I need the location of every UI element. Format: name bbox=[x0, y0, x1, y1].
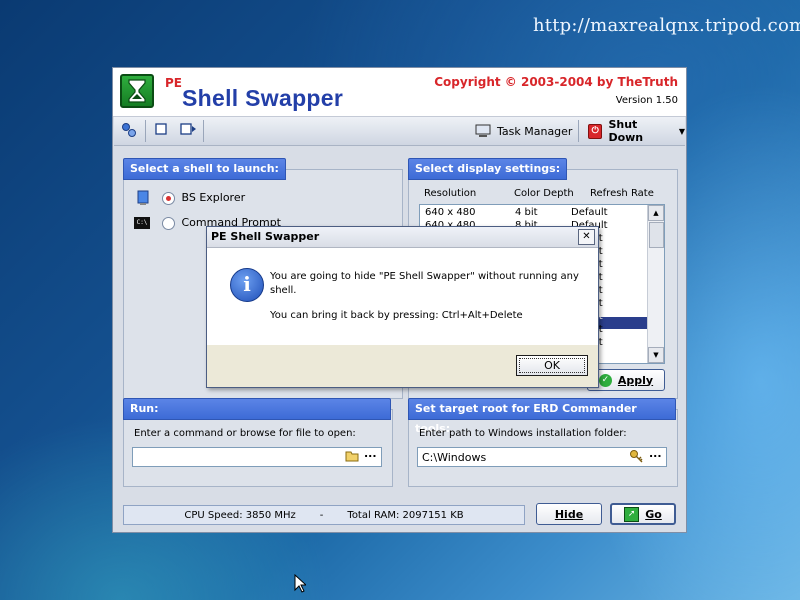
run-browse-button[interactable]: ... bbox=[364, 447, 377, 460]
display-section-header: Select display settings: bbox=[408, 158, 568, 180]
row-depth: 4 bit bbox=[515, 207, 538, 218]
dialog-close-button[interactable]: ✕ bbox=[578, 229, 595, 245]
status-separator: - bbox=[319, 509, 324, 521]
dialog-message-line3: You can bring it back by pressing: Ctrl+… bbox=[270, 310, 523, 321]
dialog-title: PE Shell Swapper bbox=[207, 227, 598, 248]
network-icon[interactable] bbox=[121, 122, 137, 140]
erd-section: Set target root for ERD Commander tools:… bbox=[408, 398, 678, 487]
windows-path-value: C:\Windows bbox=[422, 451, 487, 464]
copyright: Copyright © 2003-2004 by TheTruth bbox=[434, 75, 678, 89]
apply-label: Apply bbox=[617, 373, 654, 387]
shutdown-label: Shut Down bbox=[608, 118, 644, 144]
toolbar-divider bbox=[145, 120, 146, 142]
toolbar-divider bbox=[578, 120, 579, 142]
shell-section-header: Select a shell to launch: bbox=[123, 158, 286, 180]
list-item[interactable]: 640 x 480 4 bit Default bbox=[425, 207, 645, 220]
go-button[interactable]: ➚ Go bbox=[610, 503, 676, 525]
erd-section-header: Set target root for ERD Commander tools: bbox=[408, 398, 676, 435]
col-resolution: Resolution bbox=[424, 188, 477, 199]
window-icon[interactable] bbox=[154, 122, 168, 140]
run-prompt: Enter a command or browse for file to op… bbox=[134, 428, 356, 439]
pe-label: PE bbox=[165, 76, 182, 90]
app-title: Shell Swapper bbox=[182, 85, 344, 111]
row-rate: Default bbox=[571, 207, 608, 218]
shell-option-explorer[interactable]: BS Explorer bbox=[162, 191, 245, 205]
scroll-up-icon[interactable]: ▲ bbox=[648, 205, 664, 221]
mouse-cursor-icon bbox=[294, 573, 308, 596]
hide-button[interactable]: Hide bbox=[536, 503, 602, 525]
info-icon: i bbox=[230, 268, 264, 302]
dialog-body: i You are going to hide "PE Shell Swappe… bbox=[207, 248, 598, 345]
run-section: Run: Enter a command or browse for file … bbox=[123, 398, 393, 487]
dialog-message-line2: shell. bbox=[270, 285, 297, 296]
status-bar: CPU Speed: 3850 MHz - Total RAM: 2097151… bbox=[123, 505, 525, 525]
cpu-speed: CPU Speed: 3850 MHz bbox=[184, 509, 296, 521]
radio-explorer[interactable] bbox=[162, 191, 175, 205]
scroll-thumb[interactable] bbox=[649, 222, 664, 248]
toolbar-divider bbox=[203, 120, 204, 142]
chevron-down-icon: ▼ bbox=[678, 126, 685, 136]
command-prompt-icon: C:\ bbox=[134, 217, 150, 229]
task-manager-button[interactable]: Task Manager bbox=[475, 121, 572, 141]
row-resolution: 640 x 480 bbox=[425, 207, 476, 218]
scroll-down-icon[interactable]: ▼ bbox=[648, 347, 664, 363]
run-section-header: Run: bbox=[123, 398, 391, 420]
hourglass-logo-icon bbox=[120, 74, 154, 108]
shell-option-explorer-label: BS Explorer bbox=[181, 191, 246, 204]
hide-label: Hide bbox=[554, 507, 584, 521]
check-icon: ✓ bbox=[598, 373, 612, 387]
list-scrollbar[interactable]: ▲ ▼ bbox=[647, 205, 664, 363]
key-icon[interactable] bbox=[629, 449, 643, 466]
go-label: Go bbox=[645, 507, 662, 521]
col-color-depth: Color Depth bbox=[514, 188, 574, 199]
banner: PE Shell Swapper Copyright © 2003-2004 b… bbox=[113, 68, 686, 117]
version: Version 1.50 bbox=[615, 95, 678, 106]
toolbar: Task Manager ⏻ Shut Down ▼ bbox=[114, 117, 685, 146]
task-manager-label: Task Manager bbox=[497, 124, 573, 138]
dialog-message-line1: You are going to hide "PE Shell Swapper"… bbox=[270, 271, 579, 282]
desktop-url: http://maxrealqnx.tripod.com bbox=[533, 15, 800, 36]
erd-browse-button[interactable]: ... bbox=[649, 447, 662, 460]
ok-button[interactable]: OK bbox=[516, 355, 588, 376]
power-icon: ⏻ bbox=[588, 123, 603, 139]
col-refresh-rate: Refresh Rate bbox=[590, 188, 654, 199]
radio-cmd[interactable] bbox=[162, 216, 175, 230]
confirm-dialog: PE Shell Swapper ✕ i You are going to hi… bbox=[206, 226, 599, 388]
computer-icon bbox=[475, 124, 491, 137]
explorer-icon bbox=[136, 190, 150, 209]
shutdown-button[interactable]: ⏻ Shut Down ▼ bbox=[588, 118, 685, 144]
go-arrow-icon: ➚ bbox=[624, 506, 640, 522]
window-arrow-icon[interactable] bbox=[180, 122, 198, 140]
folder-open-icon[interactable] bbox=[345, 450, 359, 465]
total-ram: Total RAM: 2097151 KB bbox=[347, 509, 464, 521]
erd-prompt: Enter path to Windows installation folde… bbox=[419, 428, 627, 439]
